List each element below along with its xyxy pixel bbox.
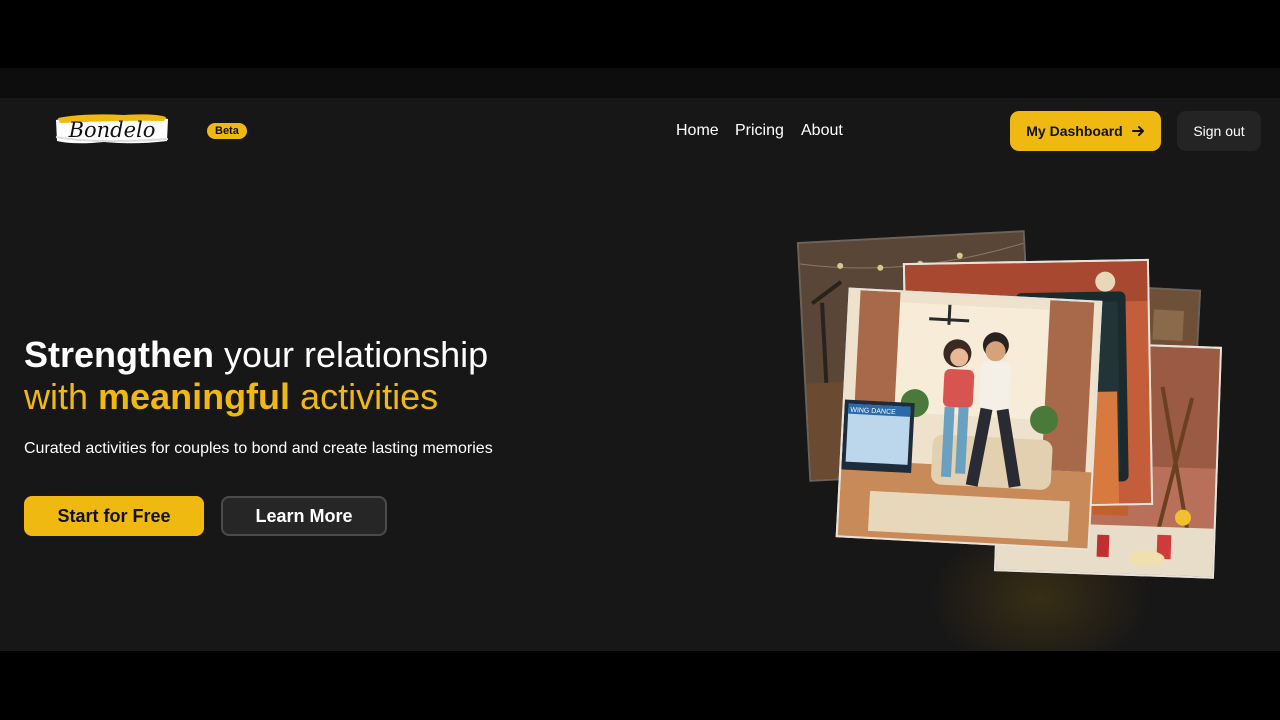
logo[interactable]: Bondelo [54,111,170,147]
logo-brush: Bondelo [55,114,169,144]
start-for-free-button[interactable]: Start for Free [24,496,204,536]
bottom-letterbox [0,651,1280,720]
nav-home[interactable]: Home [676,122,719,142]
learn-more-button[interactable]: Learn More [221,496,387,536]
logo-text: Bondelo [68,118,156,142]
nav-pricing[interactable]: Pricing [735,122,784,142]
hero-title-strong: Strengthen [24,334,215,375]
top-letterbox [0,0,1280,68]
hero-line2-strong: meaningful [98,376,291,417]
browser-strip [0,68,1280,98]
nav-about[interactable]: About [801,122,843,142]
arrow-right-icon [1131,126,1144,136]
hero-subtitle: Curated activities for couples to bond a… [24,440,493,457]
my-dashboard-label: My Dashboard [1026,123,1123,139]
hero-line2-post: activities [290,376,439,417]
sign-out-button[interactable]: Sign out [1177,111,1261,151]
landing-page: Bondelo Beta Home Pricing About My Dashb… [0,98,1280,651]
activity-image-dancing: WING DANCE [835,287,1103,551]
hero-title: Strengthen your relationship with meanin… [24,334,488,418]
beta-badge: Beta [207,123,247,139]
hero-title-rest: your relationship [214,334,489,375]
hero-line2-pre: with [24,376,99,417]
my-dashboard-button[interactable]: My Dashboard [1010,111,1161,151]
